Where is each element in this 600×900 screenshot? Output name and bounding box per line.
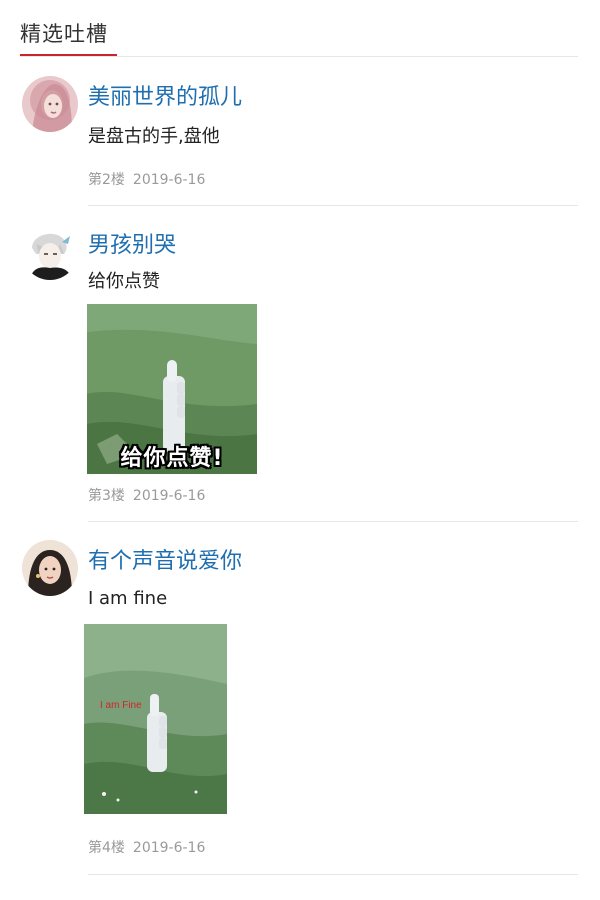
woman-avatar-icon <box>22 76 78 132</box>
comment-username[interactable]: 美丽世界的孤儿 <box>88 83 242 113</box>
divider <box>88 205 578 206</box>
comment-meta: 第2楼 2019-6-16 <box>88 170 205 190</box>
comment-date: 2019-6-16 <box>132 488 206 504</box>
avatar[interactable] <box>22 76 78 132</box>
comment-username[interactable]: 有个声音说爱你 <box>88 547 242 577</box>
comment-meta: 第4楼 2019-6-16 <box>88 838 205 858</box>
floor-number: 第2楼 <box>88 172 125 188</box>
comment-text: 是盘古的手,盘他 <box>88 126 220 147</box>
comment-image[interactable]: 给你点赞! <box>87 304 257 474</box>
divider <box>88 521 578 522</box>
section-header: 精选吐槽 <box>20 0 578 57</box>
comment-text: 给你点赞 <box>88 271 160 292</box>
thumbs-up-statue-image <box>84 624 227 814</box>
comment-username[interactable]: 男孩别哭 <box>88 231 176 261</box>
comment-date: 2019-6-16 <box>132 172 206 188</box>
image-caption: I am Fine <box>100 700 142 711</box>
avatar[interactable] <box>22 540 78 596</box>
comment-meta: 第3楼 2019-6-16 <box>88 486 205 506</box>
girl-avatar-icon <box>22 540 78 596</box>
divider <box>88 874 578 875</box>
comment-date: 2019-6-16 <box>132 840 206 856</box>
comment-image[interactable]: I am Fine <box>84 624 227 814</box>
anime-boy-avatar-icon <box>22 224 78 280</box>
title-underline <box>20 54 117 56</box>
comment-text: I am fine <box>88 588 168 609</box>
floor-number: 第3楼 <box>88 488 125 504</box>
avatar[interactable] <box>22 224 78 280</box>
image-caption: 给你点赞! <box>120 446 224 471</box>
section-title: 精选吐槽 <box>20 22 108 46</box>
floor-number: 第4楼 <box>88 840 125 856</box>
